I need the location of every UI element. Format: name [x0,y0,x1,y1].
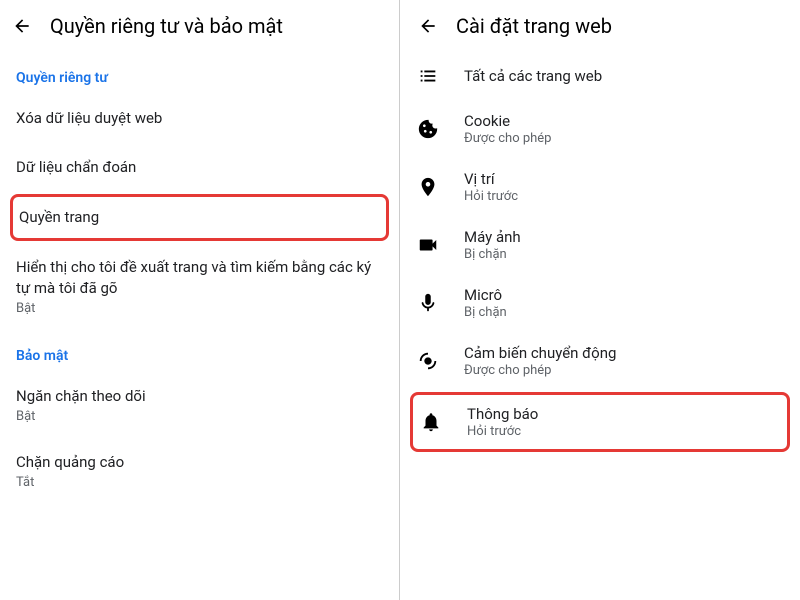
camera-icon [416,233,440,257]
header: Cài đặt trang web [400,0,800,52]
tracking-prevention[interactable]: Ngăn chặn theo dõi Bật [0,372,399,438]
section-security: Bảo mật [0,330,399,372]
back-icon[interactable] [12,16,32,36]
search-suggestions[interactable]: Hiển thị cho tôi đề xuất trang và tìm ki… [0,243,399,330]
item-label: Cookie [464,112,784,130]
item-label: Hiển thị cho tôi đề xuất trang và tìm ki… [16,257,383,299]
item-label: Máy ảnh [464,228,784,246]
notifications-highlighted[interactable]: Thông báo Hỏi trước [410,392,790,452]
item-label: Cảm biến chuyển động [464,344,784,362]
item-label: Chặn quảng cáo [16,452,383,473]
item-label: Vị trí [464,170,784,188]
item-status: Bị chặn [464,247,784,262]
motion-sensor-icon [416,349,440,373]
motion-sensor-setting[interactable]: Cảm biến chuyển động Được cho phép [400,332,800,390]
page-title: Quyền riêng tư và bảo mật [50,14,283,38]
item-label: Thông báo [467,405,781,423]
item-text: Thông báo Hỏi trước [467,405,781,439]
item-status: Bị chặn [464,305,784,320]
list-icon [416,64,440,88]
camera-setting[interactable]: Máy ảnh Bị chặn [400,216,800,274]
notifications-setting[interactable]: Thông báo Hỏi trước [413,395,787,449]
item-label: Dữ liệu chẩn đoán [16,157,383,178]
site-settings-panel: Cài đặt trang web Tất cả các trang web C… [400,0,800,600]
all-sites[interactable]: Tất cả các trang web [400,52,800,100]
item-label: Micrô [464,286,784,304]
location-icon [416,175,440,199]
site-permissions-highlighted[interactable]: Quyền trang [10,194,389,241]
back-icon[interactable] [418,16,438,36]
item-text: Tất cả các trang web [464,67,784,85]
item-status: Được cho phép [464,131,784,146]
header: Quyền riêng tư và bảo mật [0,0,399,52]
item-status: Được cho phép [464,363,784,378]
item-status: Bật [16,301,383,316]
item-status: Hỏi trước [467,424,781,439]
clear-browsing-data[interactable]: Xóa dữ liệu duyệt web [0,94,399,143]
item-label: Ngăn chặn theo dõi [16,386,383,407]
cookie-setting[interactable]: Cookie Được cho phép [400,100,800,158]
location-setting[interactable]: Vị trí Hỏi trước [400,158,800,216]
diagnostic-data[interactable]: Dữ liệu chẩn đoán [0,143,399,192]
item-text: Vị trí Hỏi trước [464,170,784,204]
item-label: Tất cả các trang web [464,67,784,85]
item-status: Bật [16,409,383,424]
item-text: Cảm biến chuyển động Được cho phép [464,344,784,378]
microphone-icon [416,291,440,315]
ad-blocking[interactable]: Chặn quảng cáo Tắt [0,438,399,504]
bell-icon [419,410,443,434]
cookie-icon [416,117,440,141]
page-title: Cài đặt trang web [456,14,612,38]
item-label: Quyền trang [19,207,380,228]
item-text: Máy ảnh Bị chặn [464,228,784,262]
item-text: Cookie Được cho phép [464,112,784,146]
privacy-security-panel: Quyền riêng tư và bảo mật Quyền riêng tư… [0,0,400,600]
item-status: Hỏi trước [464,189,784,204]
microphone-setting[interactable]: Micrô Bị chặn [400,274,800,332]
item-label: Xóa dữ liệu duyệt web [16,108,383,129]
item-text: Micrô Bị chặn [464,286,784,320]
item-status: Tắt [16,475,383,490]
section-privacy: Quyền riêng tư [0,52,399,94]
